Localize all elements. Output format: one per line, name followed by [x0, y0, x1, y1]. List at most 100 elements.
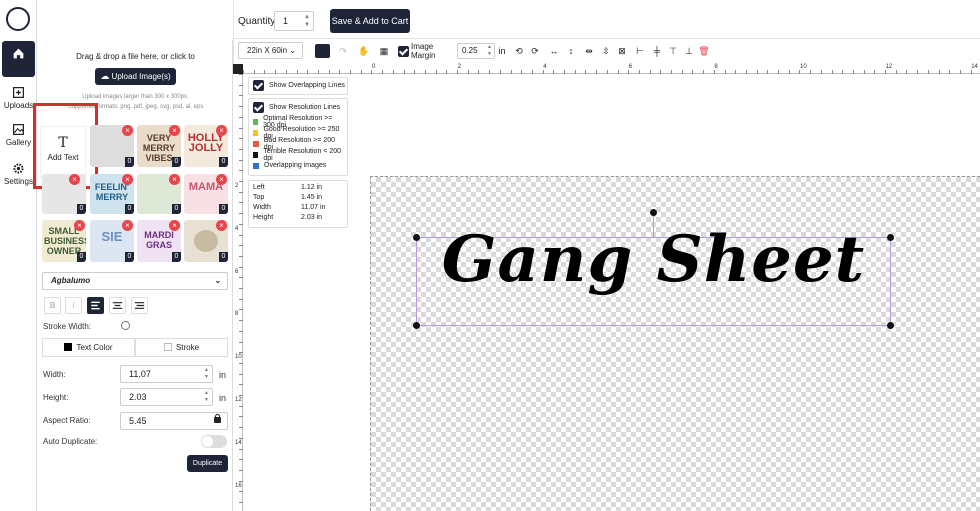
italic-button[interactable]: I	[65, 297, 82, 314]
bold-label: B	[49, 301, 56, 310]
info-value: 1.45 in	[301, 194, 323, 201]
thumbnail-image[interactable]: SIE × 0	[90, 220, 134, 262]
thumbnail-image[interactable]: HOLLY JOLLY × 0	[184, 125, 228, 167]
ruler-tick	[585, 70, 587, 74]
delete-icon[interactable]: ×	[122, 174, 133, 185]
delete-icon[interactable]: ×	[74, 220, 85, 231]
rail-label-home: Home	[7, 62, 30, 71]
ruler-tick	[239, 266, 243, 268]
aspect-ratio-input[interactable]: 5.45	[120, 412, 228, 430]
legend-row: Overlapping images	[253, 160, 343, 171]
save-add-to-cart-button[interactable]: Save & Add to Cart	[330, 9, 410, 33]
thumbnail-image[interactable]: × 0	[137, 174, 181, 214]
height-label: Height:	[43, 393, 69, 402]
delete-icon[interactable]: ×	[216, 174, 227, 185]
fit-height-button[interactable]: ↕	[565, 44, 577, 58]
width-input[interactable]: 11.07 ▲ ▼	[120, 365, 213, 383]
fit-width-button[interactable]: ↔	[548, 44, 560, 58]
image-margin-checkbox[interactable]	[397, 44, 409, 58]
width-stepper-icon[interactable]: ▲ ▼	[204, 367, 209, 381]
thumbnail-image[interactable]: MAMA × 0	[184, 174, 228, 214]
thumbnail-image[interactable]: × 0	[90, 125, 134, 167]
rotate-right-button[interactable]: ⟳	[529, 44, 541, 58]
resize-handle-bottom-left[interactable]	[413, 322, 420, 329]
delete-icon[interactable]: ×	[69, 174, 80, 185]
thumbnail-image[interactable]: SMALL BUSINESS OWNER × 0	[42, 220, 86, 262]
auto-duplicate-toggle[interactable]	[201, 435, 227, 448]
overlap-lines-option[interactable]: Show Overlapping Lines	[248, 77, 348, 95]
font-select[interactable]: Agbalumo ⌄	[42, 272, 228, 290]
rotate-handle-line	[653, 214, 654, 238]
thumbnail-image[interactable]: × 0	[42, 174, 86, 214]
thumbnail-image[interactable]: FEELIN' MERRY × 0	[90, 174, 134, 214]
thumbnail-image[interactable]: MARDI GRAS × 0	[137, 220, 181, 262]
ruler-tick	[239, 213, 243, 215]
image-margin-input[interactable]: 0.25 ▲ ▼	[457, 43, 495, 59]
delete-icon[interactable]: ×	[169, 174, 180, 185]
align-center-button[interactable]	[109, 297, 126, 314]
info-row: Top 1.45 in	[253, 194, 343, 204]
stroke-width-radio[interactable]	[121, 321, 130, 330]
delete-icon[interactable]: ×	[216, 125, 227, 136]
upload-images-button[interactable]: ☁ Upload Image(s)	[95, 68, 176, 85]
ruler-tick	[703, 70, 705, 74]
stroke-color-button[interactable]: Stroke	[135, 338, 228, 357]
rotate-left-button[interactable]: ⟲	[513, 44, 525, 58]
height-input[interactable]: 2.03 ▲ ▼	[120, 388, 213, 406]
delete-icon[interactable]: ×	[169, 125, 180, 136]
hand-tool-button[interactable]: ✋	[357, 44, 371, 58]
resize-handle-top-right[interactable]	[887, 234, 894, 241]
duplicate-button[interactable]: Duplicate	[187, 455, 228, 472]
resize-handle-top-left[interactable]	[413, 234, 420, 241]
ruler-tick	[457, 70, 458, 74]
ruler-tick	[239, 277, 243, 279]
ruler-tick	[239, 309, 243, 311]
thumbnail-image[interactable]: VERY MERRY VIBES × 0	[137, 125, 181, 167]
thumbnail-image[interactable]: × 0	[184, 220, 228, 262]
upload-icon	[13, 87, 24, 98]
ruler-tick	[239, 181, 243, 182]
align-center-edge-button[interactable]: ╪	[651, 44, 663, 58]
align-right-button[interactable]	[131, 297, 148, 314]
margin-stepper-icon[interactable]: ▲ ▼	[487, 44, 492, 58]
info-value: 11.07 in	[301, 204, 326, 211]
align-top-edge-button[interactable]: ⊤	[667, 44, 679, 58]
center-horizontal-button[interactable]: ⇹	[583, 44, 595, 58]
redo-button[interactable]: ↷	[336, 44, 350, 58]
resize-handle-bottom-right[interactable]	[887, 322, 894, 329]
delete-icon[interactable]: ×	[169, 220, 180, 231]
ruler-tick	[852, 70, 854, 74]
delete-icon[interactable]: ×	[122, 125, 133, 136]
rail-item-settings[interactable]: Settings	[2, 156, 35, 192]
delete-button[interactable]: 🗑	[698, 44, 710, 58]
sheet-size-select[interactable]: 22in X 60in ⌄	[238, 42, 303, 59]
thumb-count: 0	[172, 252, 181, 262]
rail-item-home[interactable]: Home	[2, 41, 35, 77]
ruler-tick	[239, 288, 243, 289]
rotate-handle[interactable]	[650, 209, 657, 216]
center-vertical-button[interactable]: ⇳	[600, 44, 612, 58]
align-bottom-edge-button[interactable]: ⊥	[683, 44, 695, 58]
undo-button[interactable]: ↶	[315, 44, 330, 58]
delete-icon[interactable]: ×	[122, 220, 133, 231]
ruler-tick	[239, 320, 243, 322]
ruler-tick	[435, 70, 437, 74]
bold-button[interactable]: B	[44, 297, 61, 314]
fit-screen-icon: ⊠	[618, 45, 626, 56]
grid-button[interactable]: ▦	[377, 44, 391, 58]
rail-item-gallery[interactable]: Gallery	[2, 117, 35, 153]
height-stepper-icon[interactable]: ▲ ▼	[204, 390, 209, 404]
quantity-input[interactable]: 1 ▲ ▼	[274, 11, 314, 31]
fit-screen-button[interactable]: ⊠	[616, 44, 628, 58]
quantity-stepper-icon[interactable]: ▲ ▼	[304, 13, 310, 29]
align-left-button[interactable]	[87, 297, 104, 314]
ruler-number: 4	[543, 64, 547, 70]
cloud-upload-icon: ☁	[100, 71, 110, 81]
delete-icon[interactable]: ×	[216, 220, 227, 231]
align-left-edge-button[interactable]: ⊢	[634, 44, 646, 58]
rail-item-uploads[interactable]: Uploads	[2, 80, 35, 116]
ruler-tick	[239, 448, 243, 450]
ruler-tick	[285, 70, 287, 74]
text-color-button[interactable]: Text Color	[42, 338, 135, 357]
ruler-tick	[239, 469, 243, 471]
